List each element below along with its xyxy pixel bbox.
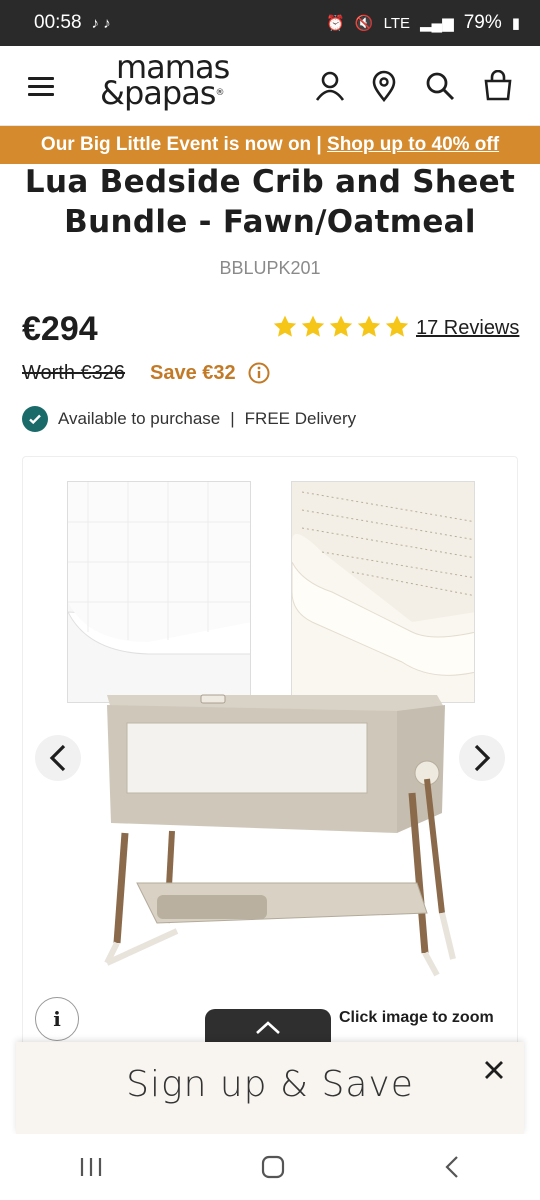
logo-registered: ® bbox=[215, 88, 224, 98]
zoom-hint: Click image to zoom bbox=[339, 1009, 494, 1026]
promo-banner[interactable]: Our Big Little Event is now on | Shop up… bbox=[0, 126, 540, 164]
product-sku: BBLUPK201 bbox=[219, 258, 321, 278]
site-header: mamas &papas® bbox=[0, 46, 540, 126]
signup-title: Sign up & Save bbox=[126, 1064, 414, 1105]
alarm-icon: ⏰ bbox=[326, 15, 345, 32]
white-sheet-image[interactable] bbox=[67, 481, 251, 703]
oatmeal-sheet-image[interactable] bbox=[291, 481, 475, 703]
save-amount: Save €32 bbox=[150, 362, 236, 384]
availability-separator: | bbox=[230, 409, 235, 428]
info-icon[interactable] bbox=[248, 362, 270, 384]
product-gallery[interactable]: i Click image to zoom bbox=[22, 456, 518, 1047]
status-time: 00:58 bbox=[34, 12, 82, 33]
previous-image-button[interactable] bbox=[35, 735, 81, 781]
back-icon[interactable] bbox=[442, 1154, 462, 1180]
bag-icon[interactable] bbox=[482, 70, 514, 102]
battery-icon: ▮ bbox=[511, 15, 520, 32]
reviews-link[interactable]: 17 Reviews bbox=[416, 317, 519, 340]
next-image-button[interactable] bbox=[459, 735, 505, 781]
star-icon bbox=[273, 315, 297, 337]
star-icon bbox=[385, 315, 409, 337]
star-icon bbox=[329, 315, 353, 337]
signal-icon: ▂▄▆ bbox=[420, 15, 454, 32]
chevron-left-icon bbox=[49, 744, 66, 772]
user-icon[interactable] bbox=[314, 70, 346, 102]
product-title: Lua Bedside Crib and Sheet Bundle - Fawn… bbox=[24, 164, 516, 240]
product-price: €294 bbox=[22, 310, 98, 348]
delivery-text: FREE Delivery bbox=[244, 409, 357, 428]
image-info-button[interactable]: i bbox=[35, 997, 79, 1041]
location-icon[interactable] bbox=[368, 70, 400, 102]
chevron-right-icon bbox=[474, 744, 491, 772]
worth-price: Worth €326 bbox=[22, 362, 126, 384]
crib-image[interactable] bbox=[97, 683, 465, 983]
search-icon[interactable] bbox=[424, 70, 456, 102]
promo-link[interactable]: Shop up to 40% off bbox=[327, 134, 499, 155]
close-icon[interactable] bbox=[482, 1058, 506, 1082]
availability-text: Available to purchase bbox=[58, 409, 221, 428]
availability-row: Available to purchase | FREE Delivery bbox=[22, 406, 356, 432]
logo-line-2-text: &papas bbox=[100, 74, 216, 112]
promo-text: Our Big Little Event is now on | bbox=[40, 134, 328, 155]
network-label: LTE bbox=[383, 14, 410, 32]
star-icon bbox=[357, 315, 381, 337]
mute-icon: 🔇 bbox=[354, 15, 374, 32]
home-icon[interactable] bbox=[260, 1154, 286, 1180]
chevron-up-icon bbox=[256, 1021, 280, 1034]
check-icon bbox=[22, 406, 48, 432]
star-icon bbox=[301, 315, 325, 337]
brand-logo[interactable]: mamas &papas® bbox=[100, 51, 250, 118]
status-bar: 00:58 ♪ ♪ ⏰ 🔇 LTE ▂▄▆ 79% ▮ bbox=[0, 0, 540, 46]
menu-icon[interactable] bbox=[28, 77, 54, 97]
tiktok-icon: ♪ ♪ bbox=[91, 14, 111, 32]
signup-banner[interactable]: Sign up & Save bbox=[16, 1042, 524, 1134]
rating-stars[interactable] bbox=[272, 314, 410, 340]
system-nav-bar bbox=[0, 1134, 540, 1200]
recent-apps-icon[interactable] bbox=[78, 1156, 104, 1178]
battery-level: 79% bbox=[463, 12, 502, 33]
